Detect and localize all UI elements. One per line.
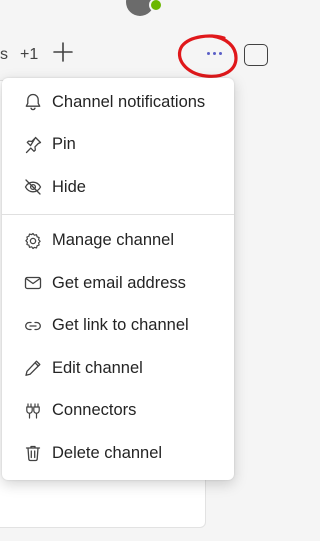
menu-item-label: Get email address — [52, 273, 186, 292]
mail-icon — [22, 272, 44, 294]
menu-item-label: Get link to channel — [52, 316, 189, 335]
eye-off-icon — [22, 176, 44, 198]
tab-partial[interactable]: s — [0, 46, 8, 64]
gear-icon — [22, 230, 44, 252]
menu-item-pin[interactable]: Pin — [2, 124, 234, 167]
trash-icon — [22, 442, 44, 464]
menu-item-label: Edit channel — [52, 358, 143, 377]
presence-indicator — [149, 0, 163, 12]
add-tab-icon[interactable] — [52, 40, 74, 64]
plug-icon — [22, 400, 44, 422]
pin-icon — [22, 134, 44, 156]
bell-icon — [22, 91, 44, 113]
menu-item-label: Delete channel — [52, 443, 163, 462]
link-icon — [22, 315, 44, 337]
menu-divider — [2, 213, 234, 215]
menu-item-manage-channel[interactable]: Manage channel — [2, 220, 234, 263]
more-tabs-button[interactable]: +1 — [20, 46, 38, 64]
menu-item-get-email-address[interactable]: Get email address — [2, 262, 234, 305]
pencil-icon — [22, 357, 44, 379]
menu-item-connectors[interactable]: Connectors — [2, 390, 234, 433]
menu-item-label: Hide — [52, 177, 86, 196]
menu-item-label: Connectors — [52, 401, 137, 420]
channel-options-menu: Channel notifications Pin Hide Manage ch… — [2, 78, 234, 480]
menu-item-get-link-to-channel[interactable]: Get link to channel — [2, 305, 234, 348]
menu-item-label: Channel notifications — [52, 92, 206, 111]
menu-item-label: Pin — [52, 135, 76, 154]
menu-item-channel-notifications[interactable]: Channel notifications — [2, 81, 234, 124]
menu-item-edit-channel[interactable]: Edit channel — [2, 347, 234, 390]
menu-item-hide[interactable]: Hide — [2, 166, 234, 209]
meet-button-partial[interactable] — [244, 44, 268, 66]
menu-item-delete-channel[interactable]: Delete channel — [2, 432, 234, 475]
menu-item-label: Manage channel — [52, 231, 175, 250]
